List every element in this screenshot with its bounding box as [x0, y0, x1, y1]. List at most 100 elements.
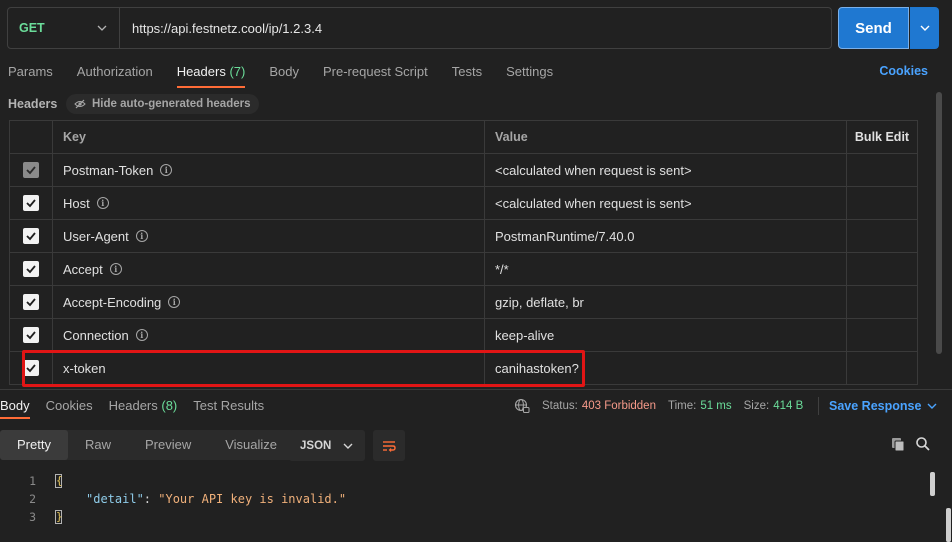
code-line: 2 "detail": "Your API key is invalid.": [0, 490, 920, 508]
response-tabs: Body Cookies Headers (8) Test Results: [0, 397, 264, 419]
size-value[interactable]: 414 B: [773, 400, 803, 412]
header-key-cell[interactable]: User-Agent i: [53, 220, 485, 252]
highlight-box: [22, 350, 585, 387]
header-key-cell[interactable]: Postman-Token i: [53, 154, 485, 186]
headers-scrollbar[interactable]: [936, 92, 942, 354]
format-tab-preview[interactable]: Preview: [128, 430, 208, 460]
header-value[interactable]: <calculated when request is sent>: [485, 154, 847, 186]
header-key: Accept: [63, 261, 103, 277]
row-extra-cell: [847, 286, 918, 318]
wrap-lines-button[interactable]: [373, 430, 405, 461]
tab-label: Params: [8, 64, 53, 79]
tab-body[interactable]: Body: [269, 60, 299, 88]
header-value[interactable]: <calculated when request is sent>: [485, 187, 847, 219]
response-body-code[interactable]: 1 { 2 "detail": "Your API key is invalid…: [0, 472, 920, 526]
response-tab-headers[interactable]: Headers (8): [109, 397, 178, 419]
url-bar: GET https://api.festnetz.cool/ip/1.2.3.4: [7, 7, 832, 49]
header-value[interactable]: keep-alive: [485, 319, 847, 351]
row-checkbox[interactable]: [23, 195, 39, 211]
tab-authorization[interactable]: Authorization: [77, 60, 153, 88]
header-key-cell[interactable]: Accept-Encoding i: [53, 286, 485, 318]
eye-off-icon: [74, 99, 86, 109]
save-response-button[interactable]: Save Response: [818, 397, 937, 415]
send-options-button[interactable]: [910, 7, 939, 49]
row-checkbox-cell: [9, 319, 53, 351]
close-brace: }: [55, 510, 63, 524]
row-extra-cell: [847, 319, 918, 351]
chevron-down-icon: [343, 443, 353, 449]
header-key-cell[interactable]: Host i: [53, 187, 485, 219]
info-icon[interactable]: i: [109, 263, 122, 275]
format-tab-raw[interactable]: Raw: [68, 430, 128, 460]
header-value[interactable]: PostmanRuntime/7.40.0: [485, 220, 847, 252]
globe-icon[interactable]: [514, 398, 530, 414]
response-tab-cookies[interactable]: Cookies: [46, 397, 93, 419]
time-value[interactable]: 51 ms: [700, 400, 731, 412]
row-checkbox[interactable]: [23, 327, 39, 343]
checkmark-icon: [26, 199, 36, 208]
info-icon[interactable]: i: [160, 164, 173, 176]
response-scrollbar[interactable]: [946, 508, 951, 542]
format-tab-pretty[interactable]: Pretty: [0, 430, 68, 460]
info-icon[interactable]: i: [135, 230, 148, 242]
header-key-cell[interactable]: Accept i: [53, 253, 485, 285]
request-tabs: Params Authorization Headers (7) Body Pr…: [8, 60, 553, 88]
header-key-cell[interactable]: Connection i: [53, 319, 485, 351]
url-input[interactable]: https://api.festnetz.cool/ip/1.2.3.4: [120, 21, 322, 36]
tab-headers[interactable]: Headers (7): [176, 60, 245, 88]
language-select[interactable]: JSON: [289, 430, 365, 461]
row-checkbox[interactable]: [23, 294, 39, 310]
save-response-label: Save Response: [829, 399, 922, 413]
search-icon[interactable]: [915, 436, 931, 452]
tab-pre-request-script[interactable]: Pre-request Script: [323, 60, 428, 88]
tab-settings[interactable]: Settings: [506, 60, 553, 88]
status-label: Status:: [542, 400, 578, 412]
row-checkbox[interactable]: [23, 261, 39, 277]
open-brace: {: [55, 474, 63, 488]
tab-label: Test Results: [193, 398, 265, 413]
checkbox-column-header: [9, 121, 53, 153]
checkmark-icon: [26, 265, 36, 274]
info-icon[interactable]: i: [168, 296, 181, 308]
header-value[interactable]: */*: [485, 253, 847, 285]
line-number: 3: [29, 510, 36, 524]
column-header-value: Value: [485, 121, 847, 153]
response-tab-test-results[interactable]: Test Results: [193, 397, 264, 419]
tab-label: Body: [269, 64, 299, 79]
tab-params[interactable]: Params: [8, 60, 53, 88]
header-key: Accept-Encoding: [63, 294, 162, 310]
table-row: Postman-Token i <calculated when request …: [9, 154, 918, 187]
info-icon[interactable]: i: [96, 197, 109, 209]
status-value[interactable]: 403 Forbidden: [582, 400, 656, 412]
bulk-edit-button[interactable]: Bulk Edit: [847, 121, 918, 153]
hide-auto-headers-button[interactable]: Hide auto-generated headers: [66, 94, 260, 114]
cookies-link[interactable]: Cookies: [879, 64, 928, 78]
line-number: 2: [29, 492, 36, 506]
method-label: GET: [19, 21, 45, 35]
code-line: 1 {: [0, 472, 920, 490]
header-key: Postman-Token: [63, 162, 154, 178]
pane-divider[interactable]: [0, 389, 952, 390]
row-checkbox-cell: [9, 253, 53, 285]
time-label: Time:: [667, 400, 697, 412]
tab-label: Pre-request Script: [322, 64, 428, 79]
copy-icon[interactable]: [891, 437, 906, 452]
info-icon[interactable]: i: [135, 329, 148, 341]
row-checkbox[interactable]: [23, 162, 39, 178]
response-tab-body[interactable]: Body: [0, 397, 30, 419]
table-row: Connection i keep-alive: [9, 319, 918, 352]
header-value[interactable]: gzip, deflate, br: [485, 286, 847, 318]
tab-tests[interactable]: Tests: [452, 60, 482, 88]
tab-label: Tests: [451, 64, 483, 79]
headers-table: Key Value Bulk Edit Postman-Token i <calc…: [9, 120, 918, 388]
code-scrollbar[interactable]: [930, 472, 935, 496]
method-select[interactable]: GET: [8, 8, 120, 48]
header-key: Connection: [63, 327, 129, 343]
headers-section-title: Headers: [8, 97, 58, 111]
format-tab-visualize[interactable]: Visualize: [208, 430, 294, 460]
chevron-down-icon: [97, 25, 107, 31]
row-checkbox[interactable]: [23, 228, 39, 244]
send-button[interactable]: Send: [838, 7, 909, 49]
tab-label: Authorization: [76, 64, 153, 79]
table-row: User-Agent i PostmanRuntime/7.40.0: [9, 220, 918, 253]
